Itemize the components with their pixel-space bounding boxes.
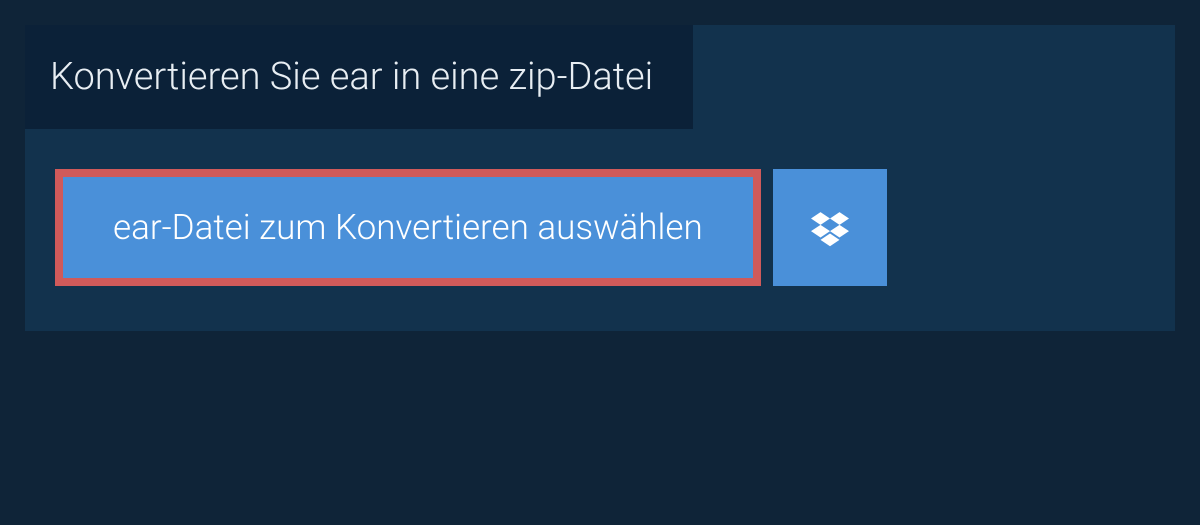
dropbox-button[interactable]: [773, 169, 887, 286]
title-wrapper: Konvertieren Sie ear in eine zip-Datei: [25, 25, 1175, 129]
dropbox-icon: [811, 209, 849, 247]
converter-panel: Konvertieren Sie ear in eine zip-Datei e…: [25, 25, 1175, 331]
button-area: ear-Datei zum Konvertieren auswählen: [25, 129, 1175, 331]
page-title: Konvertieren Sie ear in eine zip-Datei: [25, 25, 693, 129]
select-file-button[interactable]: ear-Datei zum Konvertieren auswählen: [55, 169, 761, 286]
